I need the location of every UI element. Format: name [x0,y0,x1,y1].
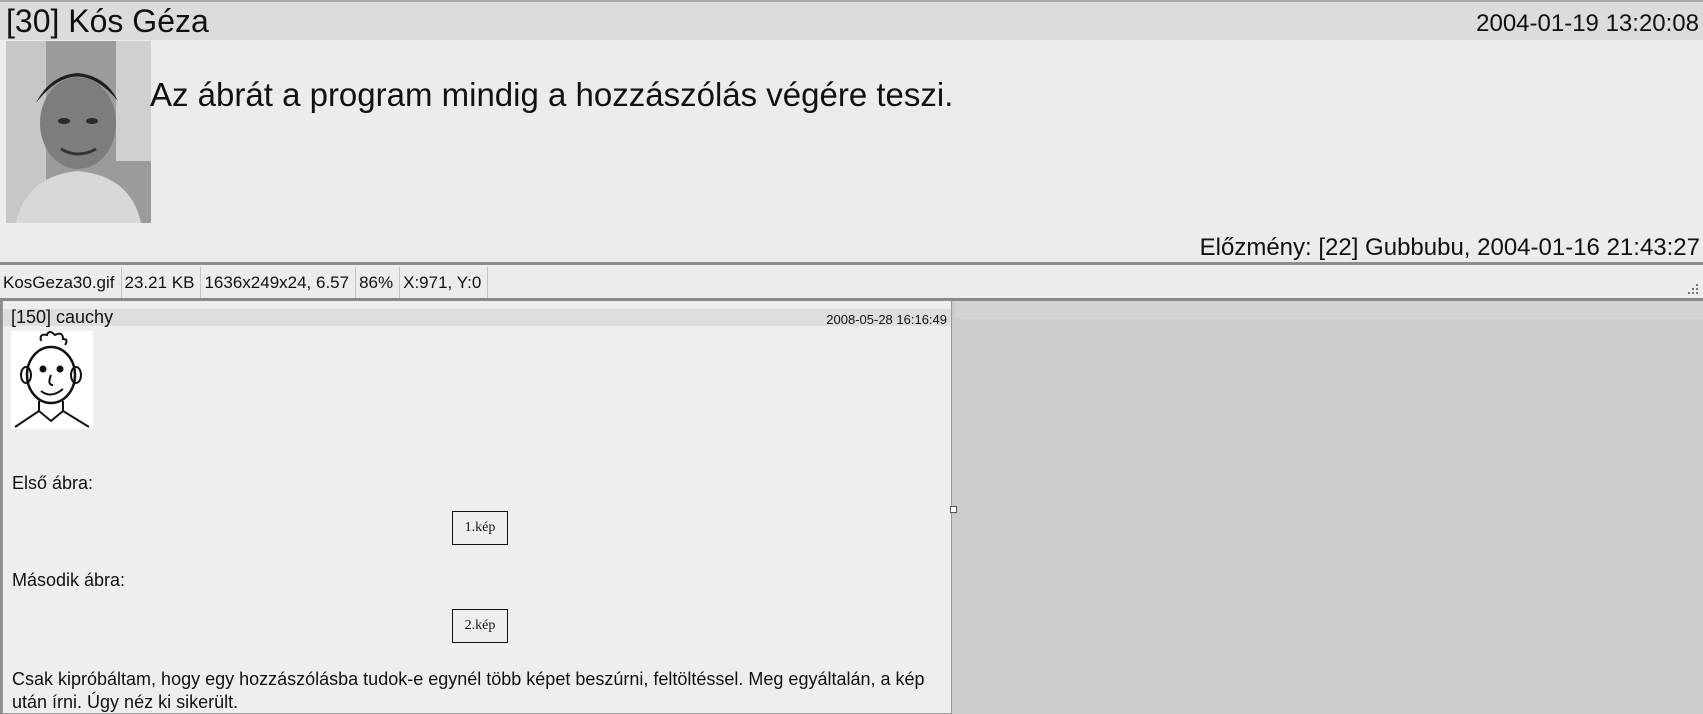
avatar-photo-icon [6,41,151,223]
avatar [6,41,151,223]
divider [0,262,1703,265]
resize-grip-icon[interactable] [1685,283,1699,295]
status-dimensions: 1636x249x24, 6.57 [201,267,357,298]
lower-preview-area: [150] cauchy 2008-05-28 16:16:49 Első áb… [0,301,1703,714]
inner-post-panel: [150] cauchy 2008-05-28 16:16:49 Első áb… [2,301,952,714]
second-figure-label: Második ábra: [12,570,126,590]
lower-topline [955,301,1703,319]
inner-post-text: Csak kipróbáltam, hogy egy hozzászólásba… [12,669,925,712]
status-zoom: 86% [356,267,401,298]
cartoon-avatar [11,331,93,429]
inner-post-title: [150] cauchy [11,307,114,327]
post-title: [30] Kós Géza [6,3,209,39]
post-date: 2004-01-19 13:20:08 [1476,10,1699,37]
status-bar: KosGeza30.gif 23.21 KB 1636x249x24, 6.57… [0,267,1703,301]
status-coords: X:971, Y:0 [400,267,489,298]
cartoon-face-icon [11,331,93,429]
previous-post-link[interactable]: Előzmény: [22] Gubbubu, 2004-01-16 21:43… [1200,234,1700,262]
image-placeholder-2[interactable]: 2.kép [452,609,508,643]
panel-resize-handle[interactable] [950,506,957,513]
post-body: Az ábrát a program mindig a hozzászólás … [150,76,954,113]
inner-post-header [3,309,951,326]
status-filename: KosGeza30.gif [0,267,122,298]
post-header: [30] Kós Géza 2004-01-19 13:20:08 [0,2,1703,40]
image-viewer-top: [30] Kós Géza 2004-01-19 13:20:08 Az ábr… [0,0,1703,266]
inner-post-date: 2008-05-28 16:16:49 [826,312,947,327]
first-figure-label: Első ábra: [12,473,94,493]
status-filesize: 23.21 KB [122,267,202,298]
image-placeholder-1[interactable]: 1.kép [452,511,508,545]
